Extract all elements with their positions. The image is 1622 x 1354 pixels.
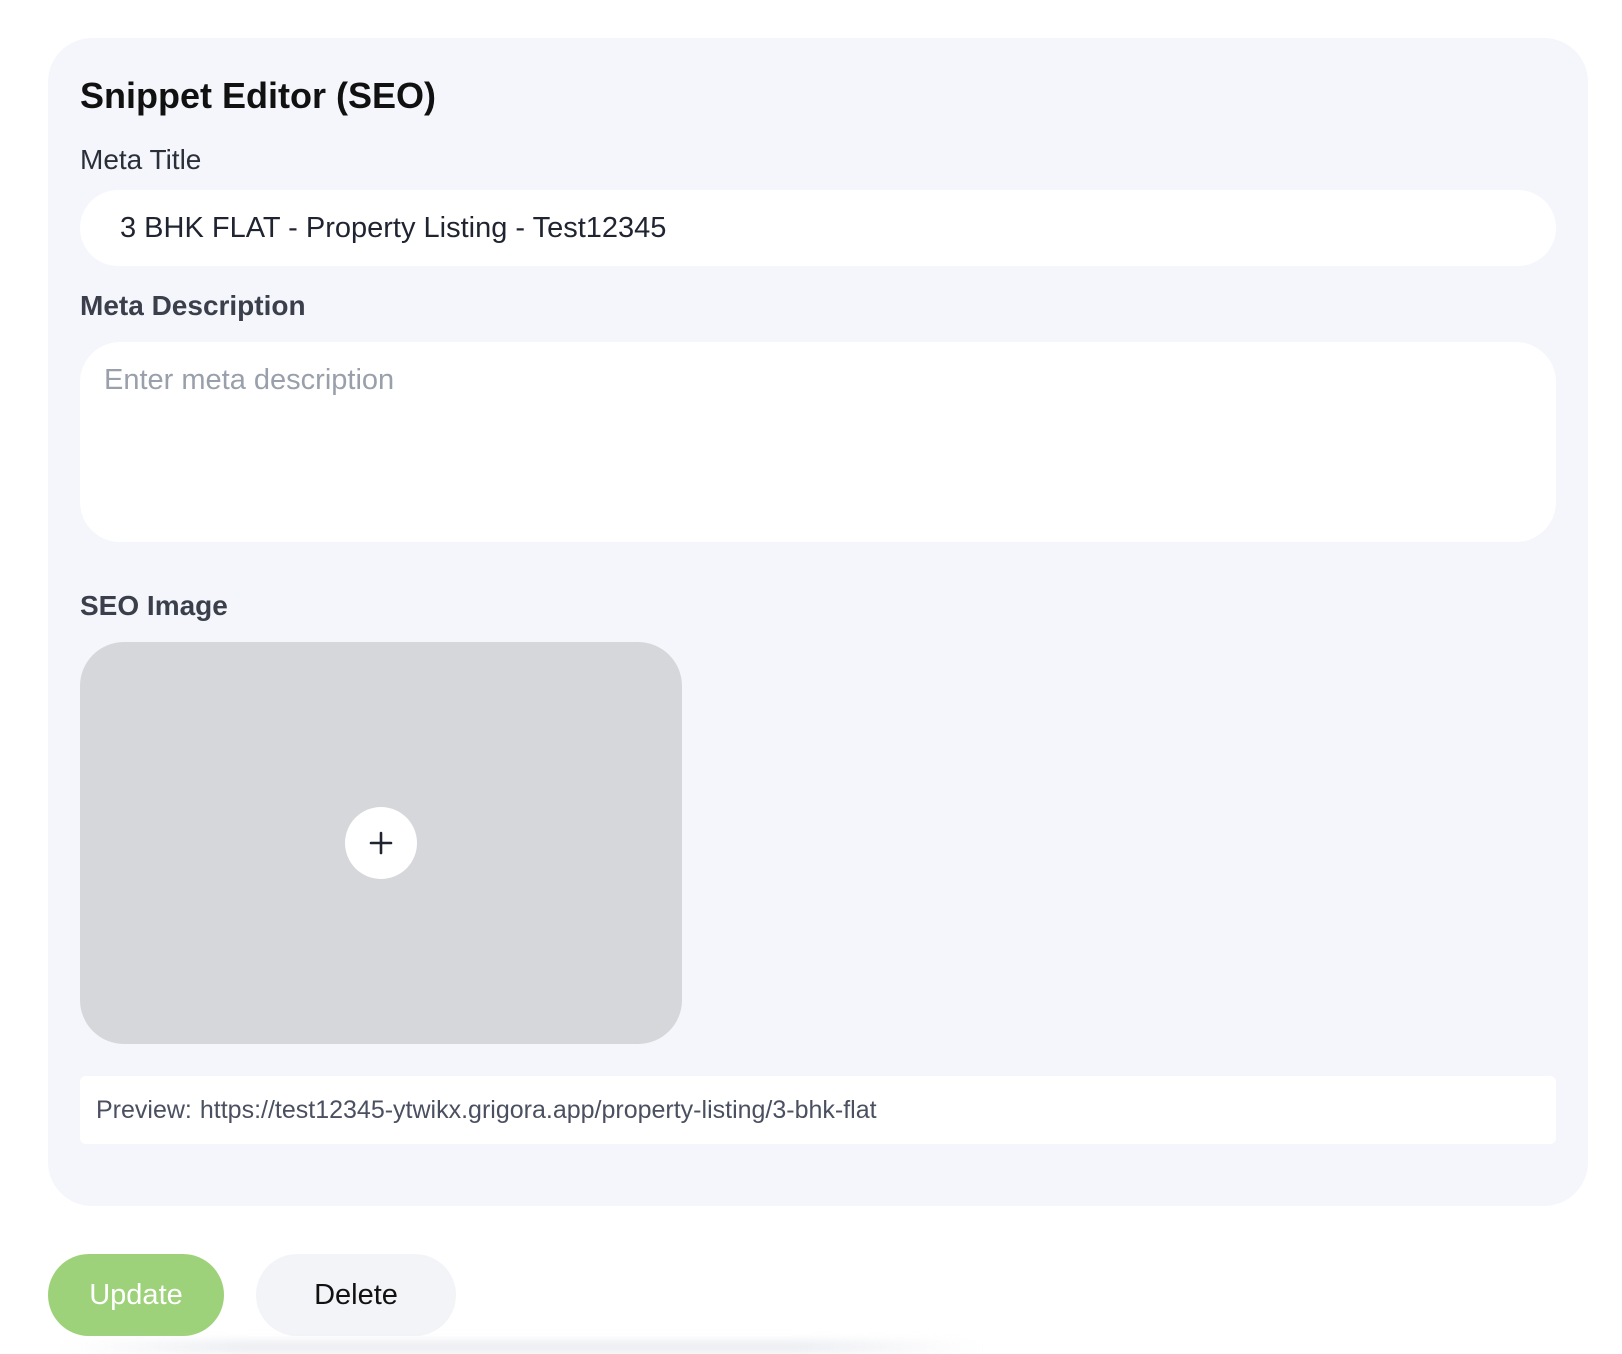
meta-title-label: Meta Title bbox=[80, 144, 202, 175]
seo-snippet-editor-card: Snippet Editor (SEO) Meta Title Meta Des… bbox=[48, 38, 1588, 1206]
seo-image-upload-area[interactable] bbox=[80, 642, 682, 1044]
url-preview: Preview: https://test12345-ytwikx.grigor… bbox=[80, 1076, 1556, 1144]
plus-icon bbox=[369, 831, 393, 855]
add-image-button[interactable] bbox=[345, 807, 417, 879]
form-actions: Update Delete bbox=[48, 1254, 456, 1336]
card-title: Snippet Editor (SEO) bbox=[80, 75, 436, 116]
meta-description-textarea[interactable] bbox=[80, 342, 1556, 542]
delete-button[interactable]: Delete bbox=[256, 1254, 456, 1336]
update-button[interactable]: Update bbox=[48, 1254, 224, 1336]
seo-image-label: SEO Image bbox=[80, 590, 228, 621]
preview-url: https://test12345-ytwikx.grigora.app/pro… bbox=[199, 1095, 877, 1124]
meta-description-label: Meta Description bbox=[80, 290, 306, 321]
bottom-shadow bbox=[60, 1340, 980, 1354]
preview-prefix: Preview: bbox=[96, 1095, 192, 1124]
meta-title-input[interactable] bbox=[80, 190, 1556, 266]
